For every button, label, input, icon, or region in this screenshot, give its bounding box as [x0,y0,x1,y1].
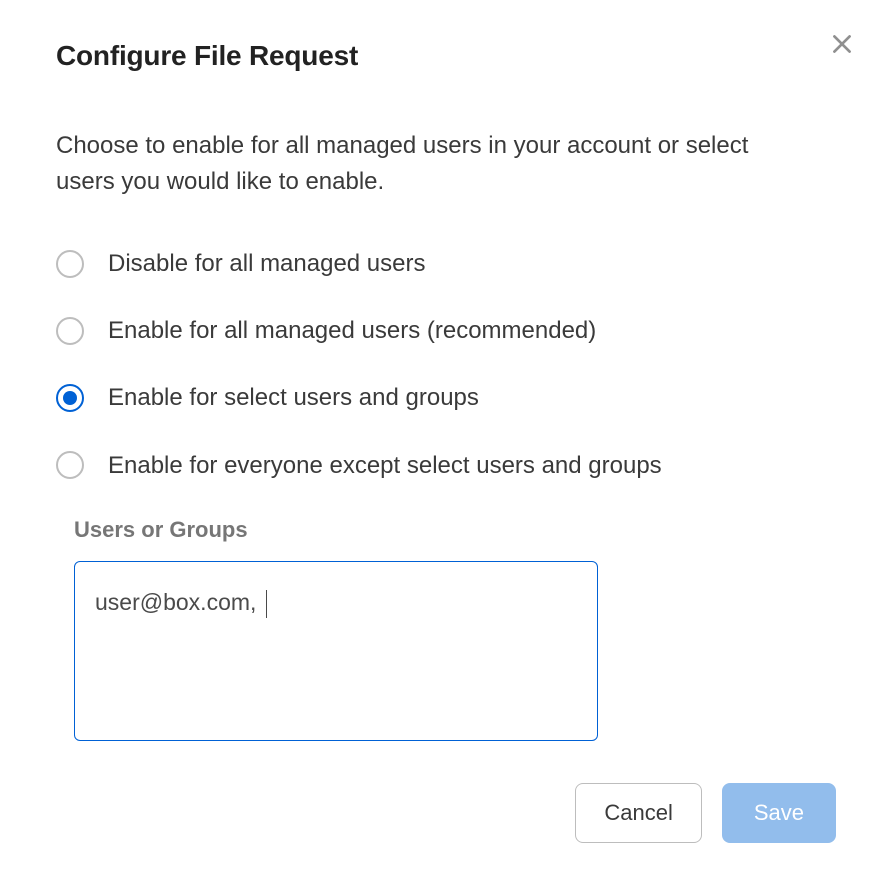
radio-enable-select[interactable]: Enable for select users and groups [56,382,830,413]
radio-icon [56,317,84,345]
save-button[interactable]: Save [722,783,836,843]
cancel-button[interactable]: Cancel [575,783,701,843]
text-caret [266,590,268,618]
close-icon[interactable] [826,28,858,60]
dialog-description: Choose to enable for all managed users i… [56,128,796,200]
radio-group: Disable for all managed users Enable for… [56,248,830,481]
radio-enable-all[interactable]: Enable for all managed users (recommende… [56,315,830,346]
radio-icon [56,250,84,278]
users-or-groups-section: Users or Groups user@box.com, [74,517,830,741]
radio-enable-except[interactable]: Enable for everyone except select users … [56,450,830,481]
configure-file-request-dialog: Configure File Request Choose to enable … [0,0,886,883]
radio-icon-selected [56,384,84,412]
radio-icon [56,451,84,479]
radio-label: Enable for everyone except select users … [108,450,662,481]
radio-label: Disable for all managed users [108,248,426,279]
radio-disable-all[interactable]: Disable for all managed users [56,248,830,279]
dialog-title: Configure File Request [56,40,830,72]
radio-label: Enable for select users and groups [108,382,479,413]
users-or-groups-input[interactable]: user@box.com, [74,561,598,741]
users-or-groups-value: user@box.com, [95,589,263,615]
users-or-groups-label: Users or Groups [74,517,830,543]
button-row: Cancel Save [56,783,836,843]
radio-label: Enable for all managed users (recommende… [108,315,596,346]
